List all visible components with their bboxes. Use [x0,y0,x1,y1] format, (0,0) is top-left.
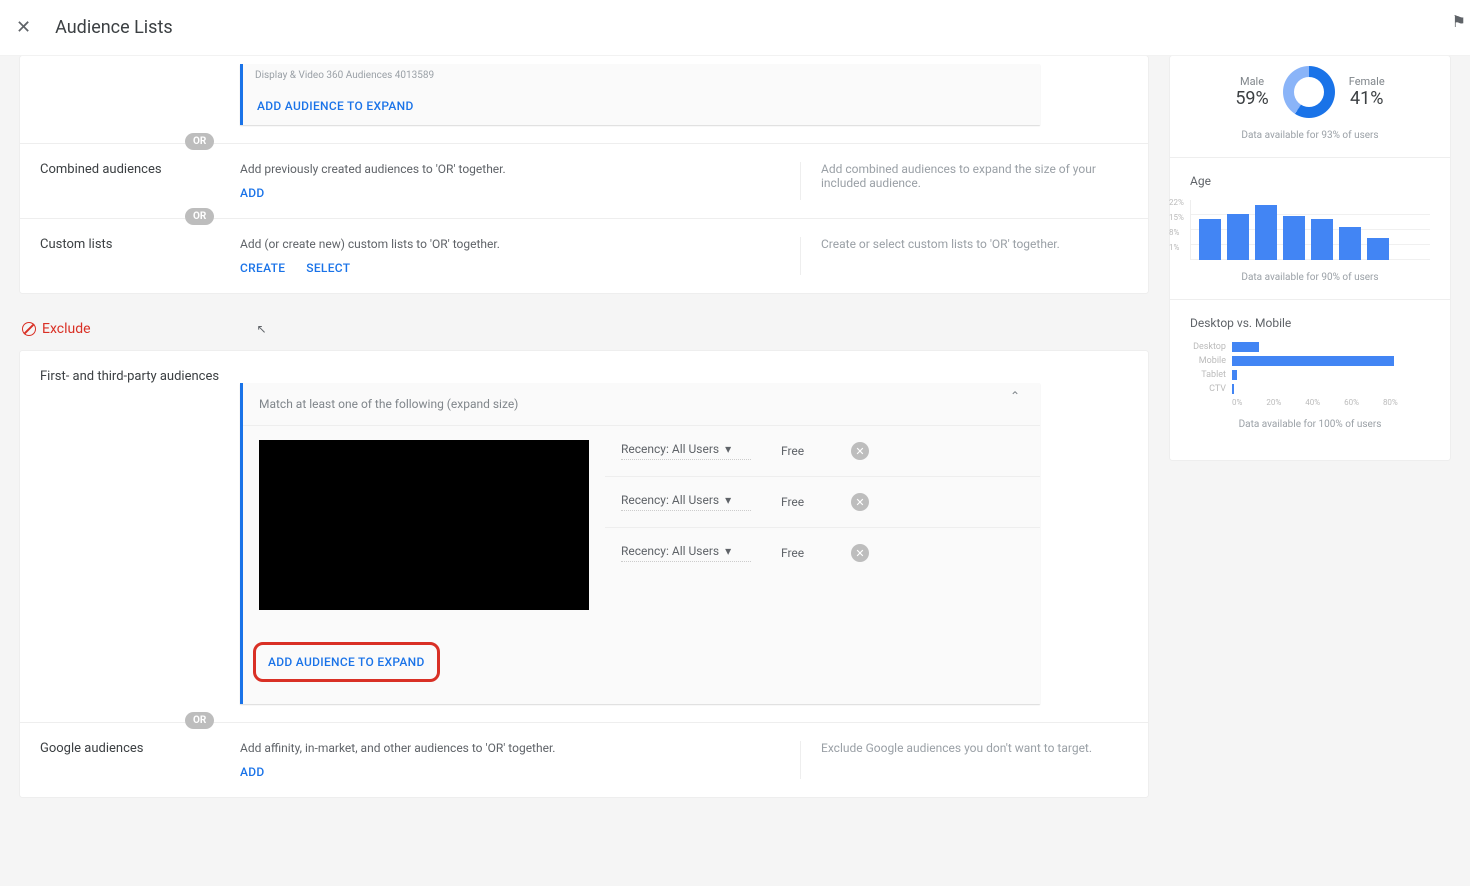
availability-text: Data available for 100% of users [1190,419,1430,430]
add-button[interactable]: ADD [240,186,265,200]
chevron-down-icon: ▾ [725,544,731,558]
remove-icon[interactable]: ✕ [851,544,869,562]
row-help: Add combined audiences to expand the siz… [800,162,1148,200]
add-button[interactable]: ADD [240,765,265,779]
device-section: Desktop vs. Mobile DesktopMobileTabletCT… [1170,299,1450,446]
chevron-up-icon[interactable]: ⌃ [1010,389,1020,403]
gender-section: Male 59% Female 41% Data available for 9… [1170,56,1450,157]
recency-select[interactable]: Recency: All Users▾ [621,544,751,562]
chevron-down-icon: ▾ [725,493,731,507]
male-value: 59% [1235,88,1268,109]
chevron-down-icon: ▾ [725,442,731,456]
row-help: Create or select custom lists to 'OR' to… [800,237,1148,275]
age-section: Age 22%15%8%1% Data available for 90% of… [1170,157,1450,299]
cursor-icon: ↖ [257,322,267,336]
availability-text: Data available for 90% of users [1190,272,1430,283]
section-title: Desktop vs. Mobile [1190,316,1430,330]
row-label: Combined audiences [20,162,240,200]
cost-label: Free [781,444,821,458]
exclude-panel: First- and third-party audiences ⌃ Match… [20,351,1148,797]
create-button[interactable]: CREATE [240,261,285,275]
audience-card: Display & Video 360 Audiences 4013589 AD… [240,64,1040,125]
row-help: Exclude Google audiences you don't want … [800,741,1148,779]
exclude-icon [22,322,36,336]
remove-icon[interactable]: ✕ [851,493,869,511]
gender-donut [1283,66,1335,118]
redacted-block [259,440,589,610]
page-title: Audience Lists [55,17,173,38]
remove-icon[interactable]: ✕ [851,442,869,460]
add-audience-button[interactable]: ADD AUDIENCE TO EXPAND [257,99,414,113]
audience-row: Recency: All Users▾ Free ✕ [605,476,1040,527]
select-button[interactable]: SELECT [306,261,350,275]
feedback-icon[interactable]: ⚑ [1452,12,1466,31]
row-desc: Add (or create new) custom lists to 'OR'… [240,237,800,251]
add-audience-expand-highlighted[interactable]: ADD AUDIENCE TO EXPAND [253,642,440,682]
google-audiences-row: Google audiences Add affinity, in-market… [20,722,1148,797]
recency-select[interactable]: Recency: All Users▾ [621,493,751,511]
card-match-text: Match at least one of the following (exp… [243,383,1040,426]
row-desc: Add previously created audiences to 'OR'… [240,162,800,176]
insights-sidebar: Male 59% Female 41% Data available for 9… [1170,56,1450,460]
audience-row: Recency: All Users▾ Free ✕ [605,527,1040,578]
exclude-header: Exclude ↖ [22,321,1148,337]
exclude-label: Exclude [42,321,91,337]
cost-label: Free [781,546,821,560]
availability-text: Data available for 93% of users [1190,130,1430,141]
section-title: Age [1190,174,1430,188]
recency-select[interactable]: Recency: All Users▾ [621,442,751,460]
close-icon[interactable]: ✕ [16,17,31,38]
exclude-card: Match at least one of the following (exp… [240,383,1040,704]
cost-label: Free [781,495,821,509]
row-label: Custom lists [20,237,240,275]
female-value: 41% [1349,88,1385,109]
include-panel: Display & Video 360 Audiences 4013589 AD… [20,56,1148,293]
device-bar-chart: DesktopMobileTabletCTV [1190,342,1430,394]
audience-row: Recency: All Users▾ Free ✕ [605,426,1040,476]
male-label: Male [1235,75,1268,88]
row-desc: Add affinity, in-market, and other audie… [240,741,800,755]
card-subtext: Display & Video 360 Audiences 4013589 [243,64,1040,87]
row-label: Google audiences [20,741,240,779]
custom-lists-row: Custom lists Add (or create new) custom … [20,218,1148,293]
combined-audiences-row: Combined audiences Add previously create… [20,143,1148,218]
age-bar-chart: 22%15%8%1% [1190,200,1430,260]
row-label: First- and third-party audiences [20,369,240,704]
female-label: Female [1349,75,1385,88]
header: ✕ Audience Lists ⚑ [0,0,1470,56]
